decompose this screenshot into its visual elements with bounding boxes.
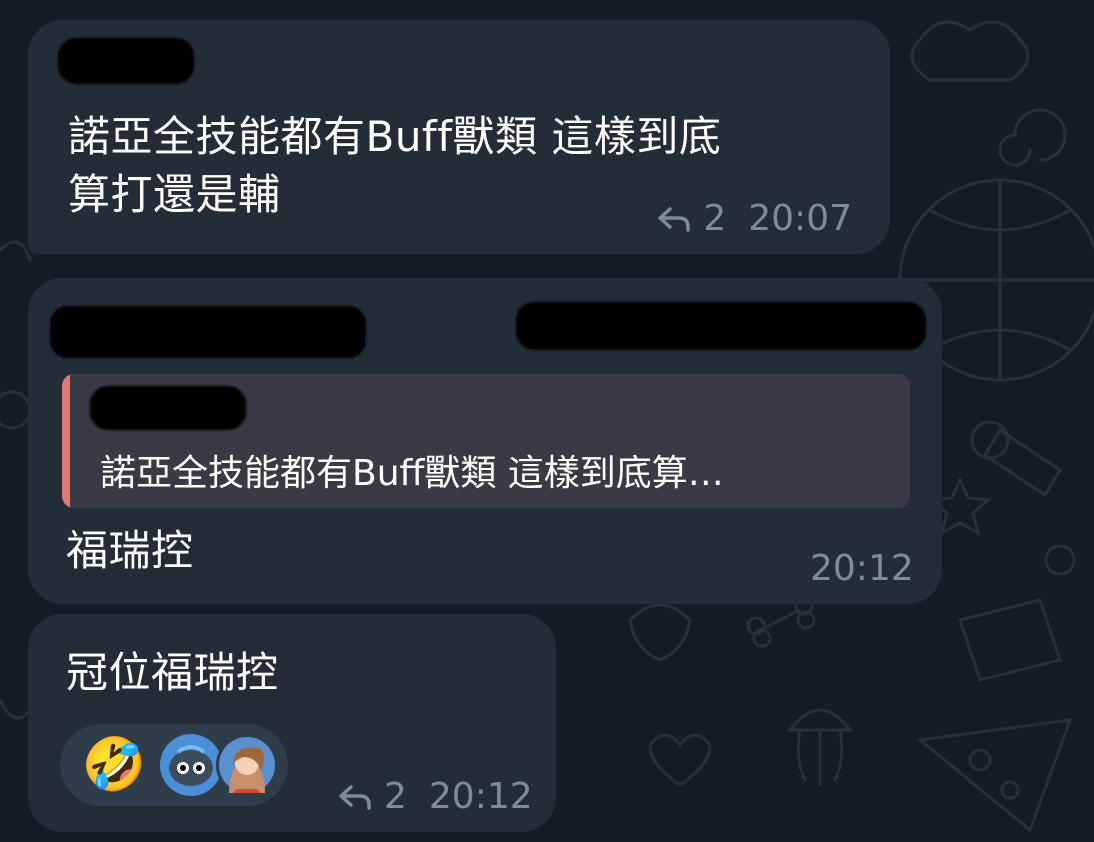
message-text: 冠位福瑞控	[66, 648, 279, 697]
redacted-sender-name	[50, 306, 366, 358]
rolling-laughing-emoji-icon[interactable]: 🤣	[81, 733, 147, 797]
reply-arrow-icon[interactable]	[338, 783, 372, 811]
message-time: 20:12	[810, 548, 914, 589]
message-time: 20:12	[428, 776, 533, 817]
quote-text: 諾亞全技能都有Buff獸類 這樣到底算…	[100, 453, 724, 494]
redacted-forward-info	[516, 302, 926, 350]
message-meta: 2 20:12	[338, 776, 533, 817]
message-bubble-1[interactable]: 諾亞全技能都有Buff獸類 這樣到底 算打還是輔 2 20:07	[28, 20, 890, 254]
message-meta: 2 20:07	[657, 198, 852, 239]
message-text-line2: 算打還是輔	[68, 170, 281, 219]
blob-face-icon	[169, 745, 213, 786]
redacted-sender-name	[58, 38, 194, 84]
reply-count: 2	[703, 198, 727, 239]
reaction-emoji-glyph: 🤣	[81, 735, 147, 795]
user-avatar-icon[interactable]	[216, 734, 278, 796]
message-text-line1: 諾亞全技能都有Buff獸類 這樣到底	[68, 112, 722, 161]
reply-quote[interactable]: 諾亞全技能都有Buff獸類 這樣到底算…	[62, 374, 910, 508]
redacted-quoted-sender	[90, 386, 246, 430]
message-text: 諾亞全技能都有Buff獸類 這樣到底 算打還是輔	[68, 108, 721, 224]
message-time: 20:07	[748, 198, 852, 239]
avatar-portrait-icon	[219, 737, 275, 793]
message-text: 福瑞控	[66, 526, 194, 575]
quote-accent-bar	[62, 374, 70, 508]
reactions-pill[interactable]: 🤣	[60, 724, 288, 806]
reply-arrow-icon[interactable]	[657, 205, 691, 233]
blue-blob-sticker-icon[interactable]	[160, 734, 222, 796]
reply-count: 2	[384, 776, 407, 817]
